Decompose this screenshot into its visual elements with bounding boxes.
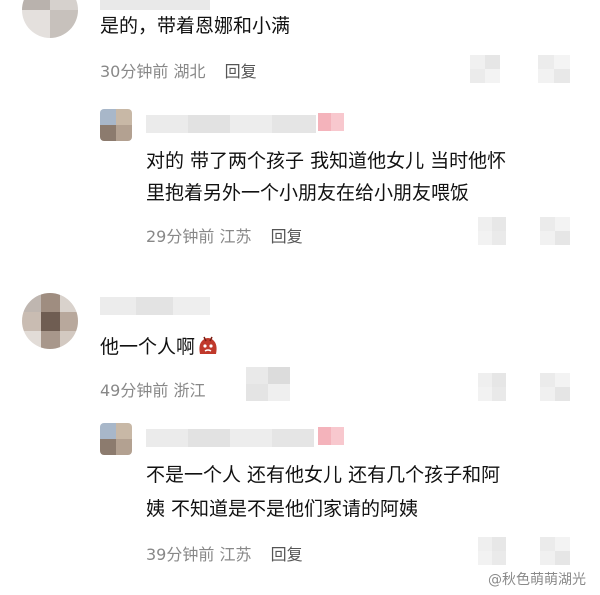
badge-blurred bbox=[318, 113, 344, 131]
reply-button[interactable]: 回复 bbox=[271, 227, 303, 246]
like-count-blurred[interactable] bbox=[538, 55, 570, 83]
comment-text-line-1: 对的 带了两个孩子 我知道他女儿 当时他怀 bbox=[146, 150, 507, 172]
comment-location: 湖北 bbox=[173, 62, 206, 81]
comment-3: 他一个人啊 49分钟前 浙江 bbox=[0, 283, 600, 413]
comment-location: 江苏 bbox=[219, 545, 252, 564]
comment-time: 39分钟前 bbox=[146, 545, 215, 564]
avatar[interactable] bbox=[100, 109, 132, 141]
comment-location: 浙江 bbox=[173, 381, 206, 400]
comment-4: 不是一个人 还有他女儿 还有几个孩子和阿 姨 不知道是不是他们家请的阿姨 39分… bbox=[0, 413, 600, 595]
more-options-blurred[interactable] bbox=[478, 537, 506, 565]
more-options-blurred[interactable] bbox=[478, 373, 506, 401]
reply-button[interactable]: 回复 bbox=[271, 545, 303, 564]
avatar[interactable] bbox=[100, 423, 132, 455]
username-blurred bbox=[100, 0, 210, 10]
comment-location: 江苏 bbox=[219, 227, 252, 246]
comment-text-line-2: 姨 不知道是不是他们家请的阿姨 bbox=[146, 498, 419, 520]
watermark: @秋色萌萌湖光 bbox=[488, 572, 586, 588]
comment-text: 是的，带着恩娜和小满 bbox=[100, 15, 291, 37]
like-count-blurred[interactable] bbox=[540, 373, 570, 401]
reply-button[interactable]: 回复 bbox=[225, 62, 257, 81]
like-count-blurred[interactable] bbox=[540, 537, 570, 565]
like-count-blurred[interactable] bbox=[540, 217, 570, 245]
comment-text-line-1: 不是一个人 还有他女儿 还有几个孩子和阿 bbox=[146, 464, 501, 486]
comment-1: 是的，带着恩娜和小满 30分钟前 湖北 回复 bbox=[0, 0, 600, 95]
comment-2: 对的 带了两个孩子 我知道他女儿 当时他怀 里抱着另外一个小朋友在给小朋友喂饭 … bbox=[0, 95, 600, 265]
avatar[interactable] bbox=[22, 0, 78, 38]
more-options-blurred[interactable] bbox=[470, 55, 500, 83]
username-blurred bbox=[100, 297, 210, 315]
avatar[interactable] bbox=[22, 293, 78, 349]
comment-time: 30分钟前 bbox=[100, 62, 169, 81]
comment-meta: 39分钟前 江苏 回复 bbox=[146, 541, 303, 565]
angry-face-emoji bbox=[199, 336, 217, 354]
more-options-blurred[interactable] bbox=[478, 217, 506, 245]
comment-text-line-2: 里抱着另外一个小朋友在给小朋友喂饭 bbox=[146, 182, 470, 204]
username-blurred bbox=[146, 115, 316, 133]
reply-button-blurred[interactable] bbox=[246, 367, 290, 401]
comment-meta: 49分钟前 浙江 bbox=[100, 377, 205, 401]
comment-meta: 29分钟前 江苏 回复 bbox=[146, 223, 303, 247]
comment-time: 29分钟前 bbox=[146, 227, 215, 246]
comment-time: 49分钟前 bbox=[100, 381, 169, 400]
comment-text: 他一个人啊 bbox=[100, 331, 219, 363]
comment-meta: 30分钟前 湖北 回复 bbox=[100, 58, 257, 82]
badge-blurred bbox=[318, 427, 344, 445]
username-blurred bbox=[146, 429, 314, 447]
